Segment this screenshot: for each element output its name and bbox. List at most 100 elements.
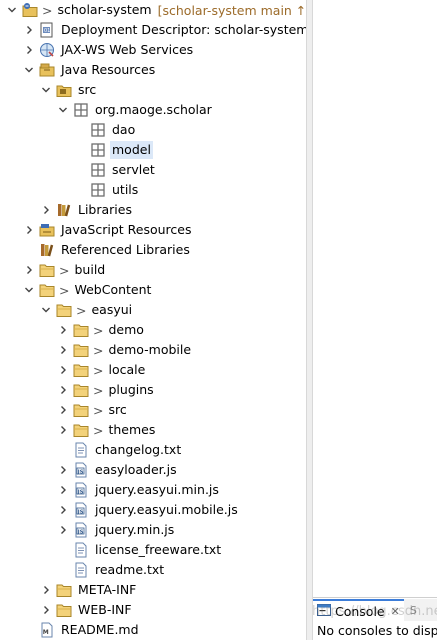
tree-item[interactable]: Java Resources: [0, 60, 306, 80]
outgoing-change-decorator: >: [93, 422, 104, 438]
tree-item-label: utils: [112, 182, 139, 197]
tree-item-label: plugins: [108, 382, 154, 397]
tree-item[interactable]: Libraries: [0, 200, 306, 220]
tree-item[interactable]: 01 Deployment Descriptor: scholar-system: [0, 20, 306, 40]
tree-item[interactable]: model: [0, 140, 306, 160]
tree-item[interactable]: > WebContent: [0, 280, 306, 300]
tree-item-label: src: [78, 82, 97, 97]
chevron-right-icon[interactable]: [57, 460, 69, 480]
deployment-descriptor-icon: 01: [38, 21, 56, 39]
tree-item-label: build: [74, 262, 106, 277]
folder-icon: [55, 601, 73, 619]
folder-icon: [55, 581, 73, 599]
tab-secondary[interactable]: S: [410, 604, 417, 617]
console-body: No consoles to displ: [313, 621, 437, 640]
svg-text:JS: JS: [77, 529, 84, 535]
view-sash[interactable]: [306, 0, 313, 640]
chevron-right-icon[interactable]: [23, 20, 35, 40]
chevron-right-icon[interactable]: [23, 40, 35, 60]
tree-item-label: WEB-INF: [78, 602, 132, 617]
outgoing-change-decorator: >: [93, 362, 104, 378]
folder-icon: [55, 301, 73, 319]
git-branch-annotation: [scholar-system main ↑1]: [157, 2, 306, 18]
tree-item[interactable]: > themes: [0, 420, 306, 440]
tree-item-label: locale: [108, 362, 146, 377]
chevron-right-icon[interactable]: [57, 520, 69, 540]
tree-item[interactable]: > scholar-system [scholar-system main ↑1]: [0, 0, 306, 20]
chevron-down-icon[interactable]: [57, 100, 69, 120]
tab-console[interactable]: Console ✕: [313, 599, 404, 621]
chevron-right-icon[interactable]: [57, 400, 69, 420]
console-icon: [317, 603, 331, 619]
tree-item[interactable]: JavaScript Resources: [0, 220, 306, 240]
tree-item-label: org.maoge.scholar: [95, 102, 212, 117]
chevron-down-icon[interactable]: [23, 60, 35, 80]
tree-item[interactable]: > easyui: [0, 300, 306, 320]
outgoing-change-decorator: >: [93, 342, 104, 358]
tree-item[interactable]: utils: [0, 180, 306, 200]
package-icon: [72, 101, 90, 119]
tree-item[interactable]: META-INF: [0, 580, 306, 600]
chevron-right-icon[interactable]: [40, 200, 52, 220]
chevron-right-icon[interactable]: [57, 320, 69, 340]
tree-item-label: dao: [112, 122, 136, 137]
tree-item[interactable]: > locale: [0, 360, 306, 380]
chevron-down-icon[interactable]: [40, 300, 52, 320]
tree-item-label: easyloader.js: [95, 462, 177, 477]
tree-item[interactable]: JS jquery.easyui.mobile.js: [0, 500, 306, 520]
folder-icon: [72, 321, 90, 339]
tree-item[interactable]: WEB-INF: [0, 600, 306, 620]
tree-item[interactable]: > build: [0, 260, 306, 280]
chevron-right-icon[interactable]: [40, 600, 52, 620]
text-file-icon: [72, 561, 90, 579]
tree-item[interactable]: src: [0, 80, 306, 100]
tree-item[interactable]: org.maoge.scholar: [0, 100, 306, 120]
close-icon[interactable]: ✕: [391, 605, 400, 618]
tree-item[interactable]: JAX-WS Web Services: [0, 40, 306, 60]
tree-item[interactable]: JS jquery.min.js: [0, 520, 306, 540]
tree-item[interactable]: dao: [0, 120, 306, 140]
tree-item[interactable]: Referenced Libraries: [0, 240, 306, 260]
tree-item[interactable]: > demo-mobile: [0, 340, 306, 360]
folder-icon: [72, 381, 90, 399]
chevron-right-icon[interactable]: [57, 380, 69, 400]
outgoing-change-decorator: >: [93, 402, 104, 418]
console-message: No consoles to displ: [317, 623, 437, 638]
tree-item[interactable]: readme.txt: [0, 560, 306, 580]
chevron-right-icon[interactable]: [23, 260, 35, 280]
tree-item[interactable]: > demo: [0, 320, 306, 340]
outgoing-change-decorator: >: [93, 322, 104, 338]
chevron-right-icon[interactable]: [40, 580, 52, 600]
tree-item[interactable]: > plugins: [0, 380, 306, 400]
tree-item[interactable]: JS jquery.easyui.min.js: [0, 480, 306, 500]
tree-item-label: changelog.txt: [95, 442, 182, 457]
chevron-right-icon[interactable]: [57, 340, 69, 360]
tree-item-label: Referenced Libraries: [61, 242, 190, 257]
tree-item[interactable]: changelog.txt: [0, 440, 306, 460]
folder-icon: [72, 421, 90, 439]
tree-item-label: src: [108, 402, 127, 417]
tree-item[interactable]: license_freeware.txt: [0, 540, 306, 560]
chevron-down-icon[interactable]: [40, 80, 52, 100]
svg-text:JS: JS: [77, 469, 84, 475]
js-file-icon: JS: [72, 481, 90, 499]
chevron-down-icon[interactable]: [6, 0, 18, 20]
tree-item-label: jquery.easyui.min.js: [95, 482, 219, 497]
tree-item[interactable]: JS easyloader.js: [0, 460, 306, 480]
javascript-resources-icon: [38, 221, 56, 239]
chevron-right-icon[interactable]: [57, 480, 69, 500]
chevron-down-icon[interactable]: [23, 280, 35, 300]
chevron-right-icon[interactable]: [57, 360, 69, 380]
tree-item[interactable]: > src: [0, 400, 306, 420]
chevron-right-icon[interactable]: [57, 500, 69, 520]
tree-item[interactable]: M README.md: [0, 620, 306, 640]
tree-item-label: servlet: [112, 162, 155, 177]
tree-item[interactable]: servlet: [0, 160, 306, 180]
chevron-right-icon[interactable]: [23, 220, 35, 240]
chevron-right-icon[interactable]: [57, 420, 69, 440]
